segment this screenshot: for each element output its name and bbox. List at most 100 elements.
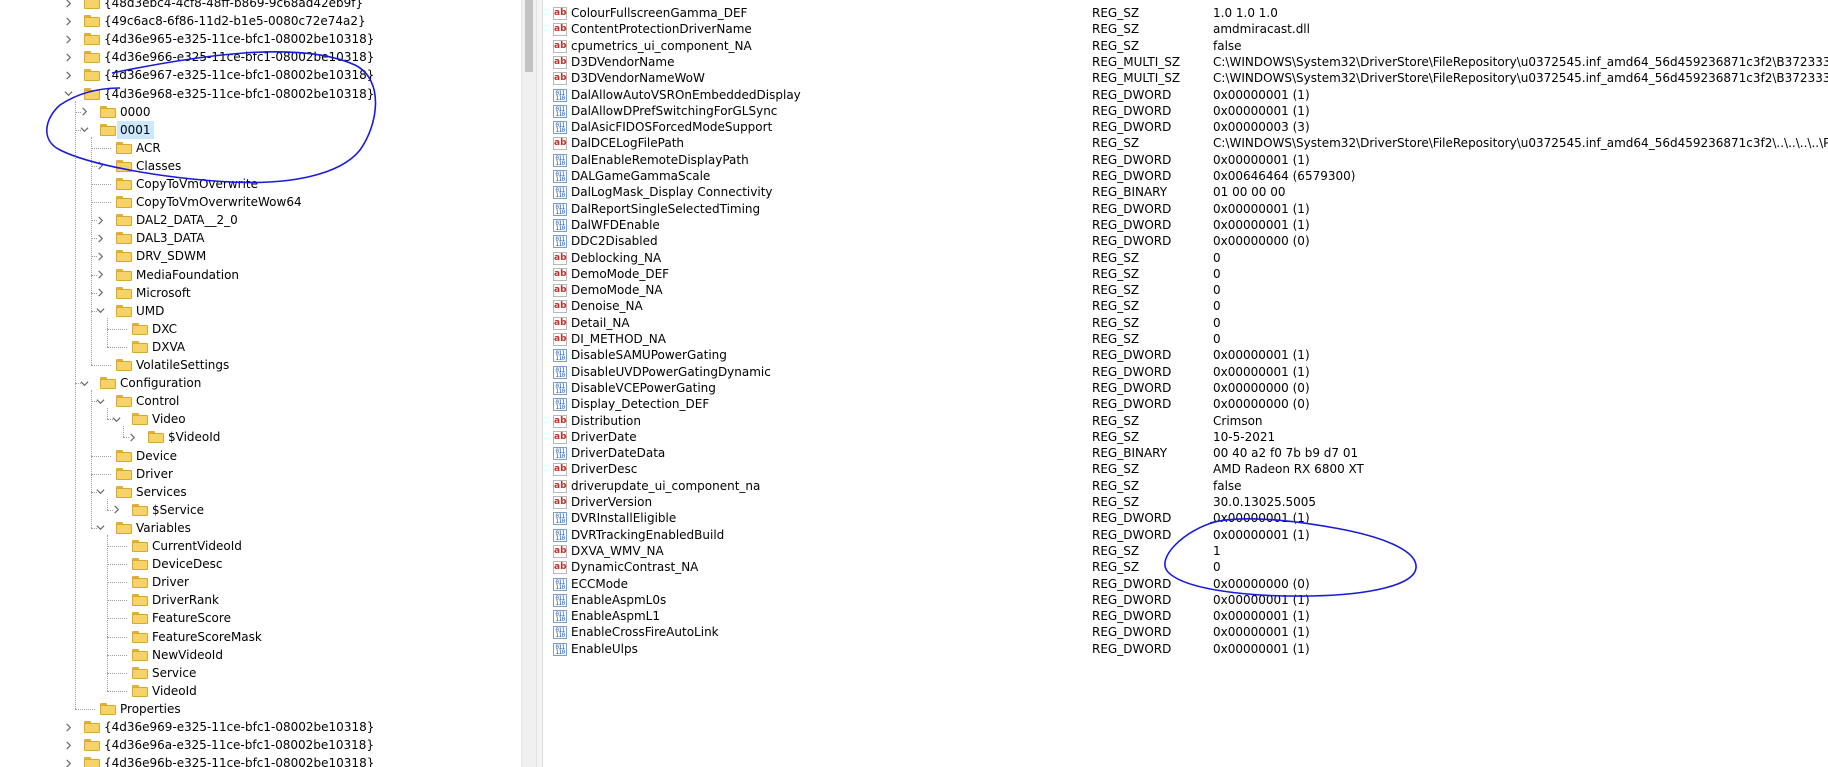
tree-connector-line (91, 202, 111, 204)
tree-node-label: MediaFoundation (136, 267, 240, 282)
tree-node[interactable]: ACR (0, 139, 521, 157)
tree-node[interactable]: FeatureScoreMask (0, 628, 521, 646)
string-value-icon: ab (553, 463, 567, 477)
tree-connector-line (107, 654, 127, 656)
chevron-right-icon[interactable] (78, 103, 90, 121)
chevron-down-icon[interactable] (78, 374, 90, 392)
tree-connector-line (107, 546, 127, 547)
tree-node[interactable]: $Service (0, 501, 521, 519)
chevron-right-icon[interactable] (62, 0, 74, 12)
string-value-icon: ab (553, 267, 567, 281)
tree-node[interactable]: FeatureScore (0, 609, 521, 627)
tree-connector-line (91, 365, 111, 366)
tree-node[interactable]: Service (0, 664, 521, 682)
chevron-right-icon[interactable] (62, 30, 74, 48)
tree-node[interactable]: {4d36e96b-e325-11ce-bfc1-08002be10318} (0, 754, 521, 767)
chevron-down-icon[interactable] (94, 519, 106, 537)
tree-node[interactable]: {4d36e969-e325-11ce-bfc1-08002be10318} (0, 718, 521, 736)
chevron-right-icon[interactable] (94, 284, 106, 302)
tree-node-label: $Service (152, 502, 204, 517)
tree-node-label: Properties (120, 701, 181, 716)
folder-icon (132, 630, 148, 643)
tree-node[interactable]: Properties (0, 700, 521, 718)
tree-node[interactable]: $VideoId (0, 428, 521, 446)
tree-connector-line (91, 455, 111, 457)
folder-icon (132, 322, 148, 335)
chevron-right-icon[interactable] (94, 266, 106, 284)
chevron-right-icon[interactable] (62, 66, 74, 84)
chevron-down-icon[interactable] (78, 121, 90, 139)
tree-node[interactable]: Variables (0, 519, 521, 537)
registry-values-list[interactable]: ab ColourFullscreenGamma_DEF REG_SZ 1.0 1.0… (543, 0, 1828, 767)
chevron-down-icon[interactable] (94, 392, 106, 410)
chevron-right-icon[interactable] (62, 48, 74, 66)
tree-node[interactable]: DeviceDesc (0, 555, 521, 573)
tree-node[interactable]: {49c6ac8-6f86-11d2-b1e5-0080c72e74a2} (0, 12, 521, 30)
tree-node[interactable]: {4d36e96a-e325-11ce-bfc1-08002be10318} (0, 736, 521, 754)
chevron-right-icon[interactable] (110, 501, 122, 519)
chevron-right-icon[interactable] (62, 12, 74, 30)
tree-node[interactable]: Device (0, 447, 521, 465)
tree-node[interactable]: MediaFoundation (0, 266, 521, 284)
tree-node[interactable]: DXC (0, 320, 521, 338)
tree-node[interactable]: Microsoft (0, 284, 521, 302)
folder-icon (100, 105, 116, 118)
folder-icon (116, 521, 132, 534)
chevron-down-icon[interactable] (94, 302, 106, 320)
string-value-icon: ab (553, 251, 567, 265)
tree-connector-line (107, 600, 127, 602)
tree-node[interactable]: 0001 (0, 120, 521, 139)
tree-node[interactable]: {4d36e965-e325-11ce-bfc1-08002be10318} (0, 30, 521, 48)
tree-node[interactable]: Driver (0, 465, 521, 483)
tree-node[interactable]: Driver (0, 573, 521, 591)
folder-icon (116, 232, 132, 245)
chevron-right-icon[interactable] (62, 718, 74, 736)
tree-node-label: CopyToVmOverwrite (136, 177, 259, 191)
folder-icon (84, 739, 100, 752)
binary-value-icon: 011 110 (553, 398, 567, 412)
chevron-down-icon[interactable] (62, 85, 74, 103)
tree-node[interactable]: VolatileSettings (0, 356, 521, 374)
tree-node-label: $VideoId (168, 430, 221, 445)
tree-node[interactable]: {4d36e968-e325-11ce-bfc1-08002be10318} (0, 85, 521, 103)
tree-node-label: VideoId (152, 683, 197, 698)
scrollbar-thumb[interactable] (525, 0, 533, 72)
tree-node[interactable]: DriverRank (0, 591, 521, 609)
tree-node[interactable]: Classes (0, 157, 521, 175)
value-row[interactable]: 011 110 EnableUlps REG_DWORD 0x00000001 (1) (543, 640, 1828, 659)
registry-key-tree[interactable]: {48d3ebc4-4cf8-48ff-b869-9c68ad42eb9f} {4… (0, 0, 521, 767)
chevron-down-icon[interactable] (110, 410, 122, 428)
tree-node[interactable]: DRV_SDWM (0, 247, 521, 265)
tree-node[interactable]: DXVA (0, 338, 521, 356)
tree-node-label: VolatileSettings (136, 358, 230, 372)
tree-node[interactable]: Services (0, 483, 521, 501)
tree-vertical-scrollbar[interactable] (521, 0, 537, 767)
tree-node[interactable]: Video (0, 410, 521, 428)
tree-node[interactable]: {4d36e966-e325-11ce-bfc1-08002be10318} (0, 48, 521, 66)
tree-node[interactable]: CopyToVmOverwriteWow64 (0, 193, 521, 211)
tree-connector-line (107, 346, 127, 348)
tree-node[interactable]: {4d36e967-e325-11ce-bfc1-08002be10318} (0, 66, 521, 84)
chevron-right-icon[interactable] (62, 754, 74, 767)
tree-node[interactable]: DAL3_DATA (0, 229, 521, 247)
chevron-right-icon[interactable] (94, 247, 106, 265)
chevron-right-icon[interactable] (126, 428, 138, 446)
tree-node[interactable]: VideoId (0, 682, 521, 700)
string-value-icon: ab (553, 496, 567, 509)
chevron-right-icon[interactable] (94, 157, 106, 175)
tree-node[interactable]: {48d3ebc4-4cf8-48ff-b869-9c68ad42eb9f} (0, 0, 521, 12)
tree-connector-line (75, 708, 95, 710)
tree-node[interactable]: 0000 (0, 103, 521, 121)
chevron-right-icon[interactable] (94, 211, 106, 229)
tree-node[interactable]: DAL2_DATA__2_0 (0, 211, 521, 229)
tree-node[interactable]: Control (0, 392, 521, 410)
chevron-right-icon[interactable] (94, 229, 106, 247)
tree-node[interactable]: Configuration (0, 374, 521, 392)
tree-node[interactable]: CurrentVideoId (0, 537, 521, 555)
chevron-down-icon[interactable] (94, 483, 106, 501)
chevron-right-icon[interactable] (62, 736, 74, 754)
tree-node[interactable]: UMD (0, 302, 521, 320)
string-value-icon: ab (553, 39, 567, 53)
tree-node[interactable]: CopyToVmOverwrite (0, 175, 521, 193)
tree-node[interactable]: NewVideoId (0, 646, 521, 664)
